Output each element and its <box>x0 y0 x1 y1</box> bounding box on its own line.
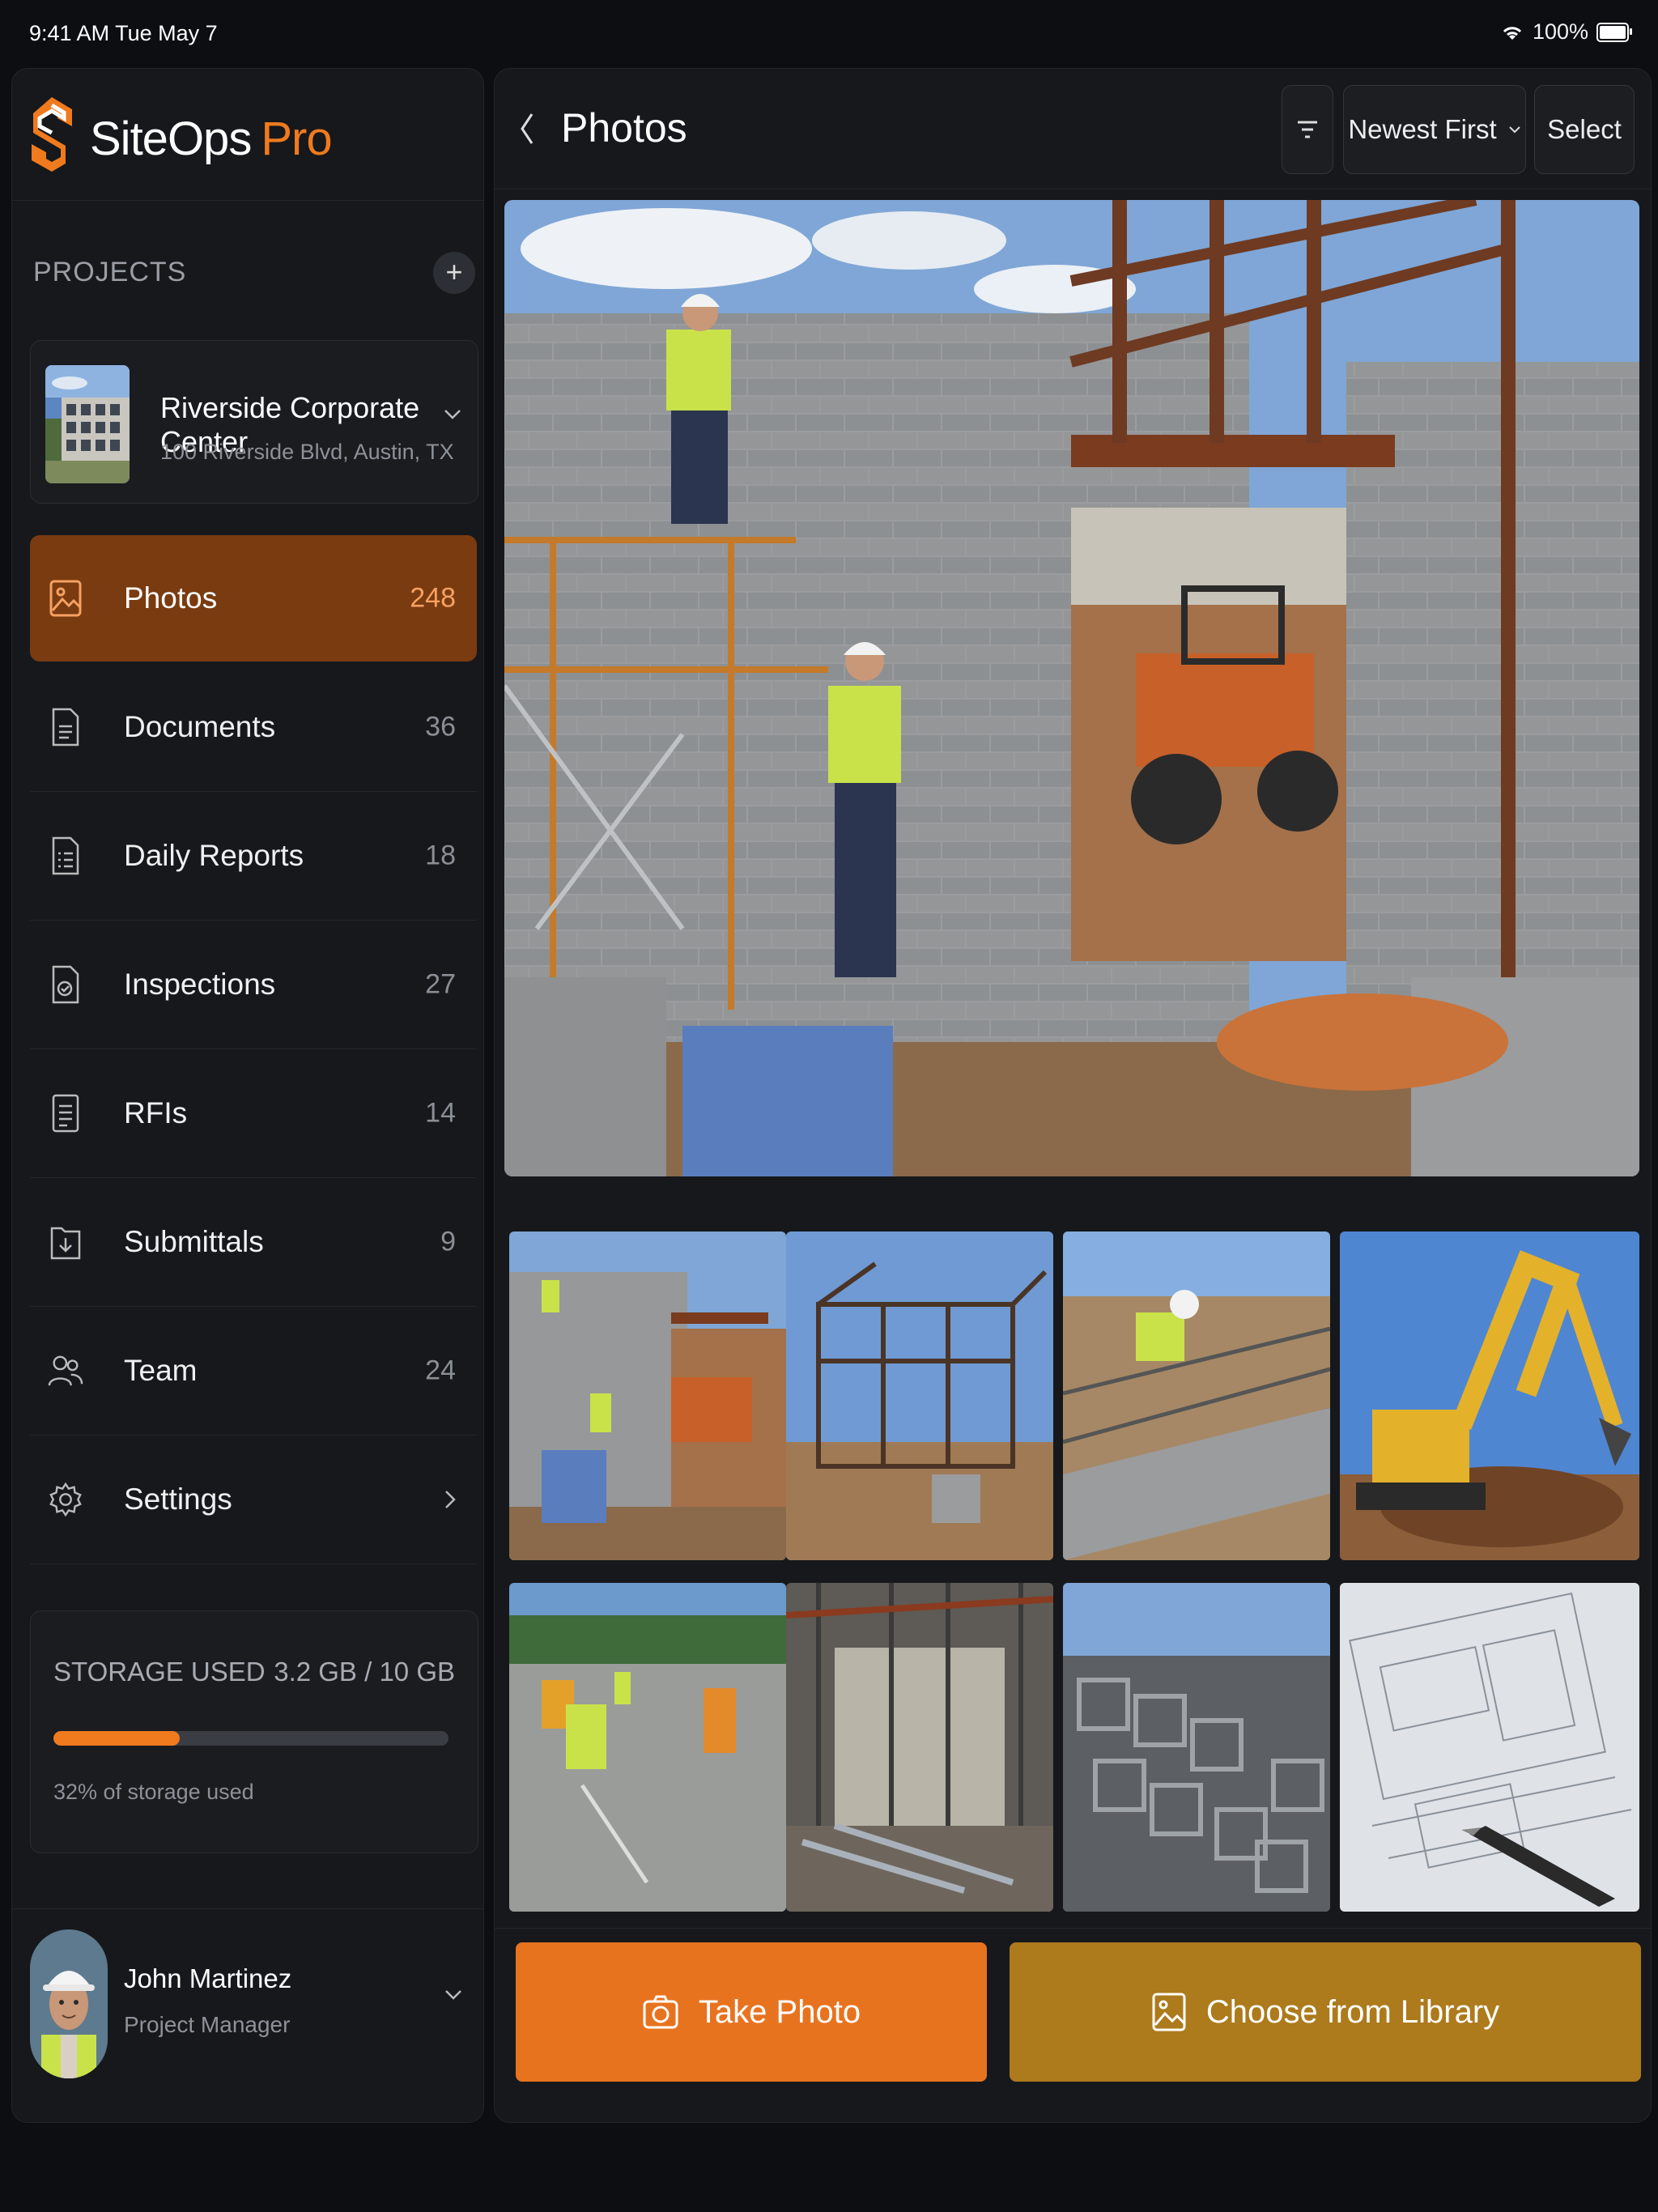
storage-progress-bar <box>53 1731 449 1746</box>
filter-button[interactable] <box>1282 85 1333 174</box>
sidebar-item-count: 248 <box>410 582 456 614</box>
chevron-down-icon <box>1508 125 1521 134</box>
sidebar-item-count: 27 <box>425 968 456 1000</box>
battery-percent: 100% <box>1532 19 1588 44</box>
sidebar-item-label: Team <box>124 1354 198 1387</box>
add-project-button[interactable]: + <box>433 252 475 294</box>
select-button[interactable]: Select <box>1534 85 1635 174</box>
choose-library-button[interactable]: Choose from Library <box>1010 1942 1641 2082</box>
sidebar-item-label: Documents <box>124 710 276 743</box>
user-role: Project Manager <box>124 2012 291 2037</box>
photo-thumbnail[interactable] <box>786 1231 1053 1560</box>
sidebar-item-settings[interactable]: Settings <box>30 1436 477 1564</box>
inspection-icon <box>48 960 83 1009</box>
sidebar-item-label: Submittals <box>124 1225 264 1258</box>
team-icon <box>48 1346 83 1395</box>
status-bar: 9:41 AM Tue May 7 100% <box>0 0 1658 68</box>
sidebar-nav: Photos 248 Documents 36 Daily Reports 18… <box>30 535 477 1564</box>
choose-library-label: Choose from Library <box>1205 1993 1500 2030</box>
storage-caption: 32% of storage used <box>53 1780 254 1804</box>
filter-icon <box>1296 119 1319 140</box>
top-bar: Photos Newest First Select <box>495 69 1651 189</box>
sort-label: Newest First <box>1348 114 1497 144</box>
sidebar-item-label: Daily Reports <box>124 839 304 872</box>
user-name: John Martinez <box>124 1963 292 1993</box>
sidebar-item-inspections[interactable]: Inspections 27 <box>30 921 477 1049</box>
sidebar-item-photos[interactable]: Photos 248 <box>30 535 477 661</box>
chevron-right-icon <box>444 1490 456 1509</box>
sidebar-item-count: 14 <box>425 1097 456 1129</box>
status-time: 9:41 AM Tue May 7 <box>29 21 218 45</box>
storage-progress-fill <box>53 1731 181 1746</box>
main-panel: Photos Newest First Select Take Photo Ch… <box>494 68 1652 2123</box>
rfi-icon <box>48 1089 83 1138</box>
photo-thumbnail[interactable] <box>1340 1583 1639 1912</box>
back-button[interactable] <box>519 106 551 151</box>
chevron-left-icon <box>519 111 535 147</box>
photo-thumbnail[interactable] <box>509 1231 786 1560</box>
photo-thumbnail[interactable] <box>509 1583 786 1912</box>
brand-accent: Pro <box>261 112 332 165</box>
take-photo-label: Take Photo <box>698 1993 861 2030</box>
sidebar-item-count: 18 <box>425 840 456 871</box>
sidebar-item-daily-reports[interactable]: Daily Reports 18 <box>30 792 477 921</box>
take-photo-button[interactable]: Take Photo <box>516 1942 987 2082</box>
avatar <box>30 1929 108 2078</box>
project-address: 100 Riverside Blvd, Austin, TX <box>160 440 454 464</box>
featured-photo[interactable] <box>504 200 1639 1176</box>
sidebar-item-documents[interactable]: Documents 36 <box>30 663 477 792</box>
chevron-down-icon <box>444 1989 462 2001</box>
photo-thumbnail[interactable] <box>1063 1231 1330 1560</box>
photo-thumbnail[interactable] <box>786 1583 1053 1912</box>
sidebar-item-label: Photos <box>124 581 218 615</box>
sidebar-item-count: 24 <box>425 1355 456 1386</box>
chevron-down-icon <box>444 409 461 420</box>
sidebar-item-team[interactable]: Team 24 <box>30 1307 477 1436</box>
project-thumbnail <box>45 365 130 483</box>
sidebar-item-rfis[interactable]: RFIs 14 <box>30 1049 477 1178</box>
sidebar-item-label: RFIs <box>124 1096 188 1129</box>
sidebar-item-label: Settings <box>124 1482 232 1516</box>
logo-icon <box>28 94 75 183</box>
user-menu[interactable]: John Martinez Project Manager <box>12 1895 483 2122</box>
sidebar-item-count: 36 <box>425 711 456 742</box>
document-icon <box>48 703 83 751</box>
action-bar: Take Photo Choose from Library <box>504 1928 1641 2106</box>
page-title: Photos <box>561 105 687 151</box>
photo-thumbnail[interactable] <box>1063 1583 1330 1912</box>
storage-label: STORAGE USED <box>53 1657 266 1687</box>
battery-icon <box>1596 22 1632 42</box>
sidebar-item-submittals[interactable]: Submittals 9 <box>30 1178 477 1307</box>
brand-name: SiteOps Pro <box>90 112 333 165</box>
photo-thumbnail[interactable] <box>1340 1231 1639 1560</box>
camera-icon <box>642 1993 679 2031</box>
project-selector[interactable]: Riverside Corporate Center 100 Riverside… <box>30 340 478 504</box>
sidebar-item-label: Inspections <box>124 968 276 1001</box>
status-right: 100% <box>1500 19 1632 45</box>
sidebar: SiteOps Pro PROJECTS + Riverside Corporat… <box>11 68 484 2123</box>
photo-grid <box>500 1222 1644 1912</box>
sort-dropdown[interactable]: Newest First <box>1343 85 1526 174</box>
image-icon <box>48 574 83 623</box>
sidebar-item-count: 9 <box>440 1226 456 1257</box>
storage-value: 3.2 GB / 10 GB <box>274 1657 455 1687</box>
gear-icon <box>48 1475 83 1524</box>
report-icon <box>48 832 83 880</box>
brand[interactable]: SiteOps Pro <box>28 91 333 185</box>
projects-label: PROJECTS <box>33 257 187 287</box>
submittal-icon <box>48 1218 83 1266</box>
image-icon <box>1151 1992 1187 2032</box>
wifi-icon <box>1500 23 1524 41</box>
storage-card: STORAGE USED 3.2 GB / 10 GB 32% of stora… <box>30 1610 478 1853</box>
